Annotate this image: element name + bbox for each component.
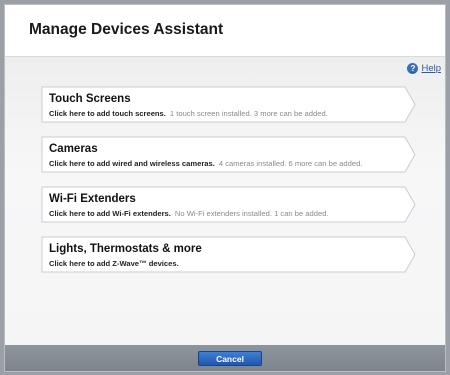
card-title: Lights, Thermostats & more	[49, 243, 202, 255]
question-icon: ?	[407, 63, 419, 74]
card-cameras[interactable]: Cameras Click here to add wired and wire…	[41, 136, 417, 173]
card-action-text: Click here to add Z-Wave™ devices.	[49, 259, 179, 268]
card-status-text: No Wi-Fi extenders installed. 1 can be a…	[174, 209, 329, 218]
dialog-content: ? Help Touch Screens Click here to add t…	[5, 56, 445, 346]
card-subtitle: Click here to add wired and wireless cam…	[49, 159, 362, 168]
help-link[interactable]: ? Help	[407, 63, 441, 74]
card-wifi-extenders[interactable]: Wi-Fi Extenders Click here to add Wi-Fi …	[41, 186, 417, 223]
card-status-text: 4 cameras installed. 6 more can be added…	[218, 159, 363, 168]
card-subtitle: Click here to add Z-Wave™ devices.	[49, 259, 183, 268]
cancel-button[interactable]: Cancel	[198, 351, 262, 366]
card-status-text: 1 touch screen installed. 3 more can be …	[169, 109, 328, 118]
manage-devices-dialog: Manage Devices Assistant ? Help Touch Sc…	[4, 4, 446, 372]
card-subtitle: Click here to add touch screens. 1 touch …	[49, 109, 328, 118]
card-lights-thermostats[interactable]: Lights, Thermostats & more Click here to…	[41, 236, 417, 273]
card-title: Touch Screens	[49, 93, 131, 105]
card-action-text: Click here to add wired and wireless cam…	[49, 159, 215, 168]
card-action-text: Click here to add Wi-Fi extenders.	[49, 209, 171, 218]
card-title: Wi-Fi Extenders	[49, 193, 136, 205]
card-subtitle: Click here to add Wi-Fi extenders. No Wi-…	[49, 209, 329, 218]
dialog-title: Manage Devices Assistant	[29, 21, 224, 38]
dialog-footer: Cancel	[5, 345, 445, 371]
help-label: Help	[421, 63, 441, 74]
card-touch-screens[interactable]: Touch Screens Click here to add touch sc…	[41, 86, 417, 123]
card-title: Cameras	[49, 143, 98, 155]
card-action-text: Click here to add touch screens.	[49, 109, 166, 118]
